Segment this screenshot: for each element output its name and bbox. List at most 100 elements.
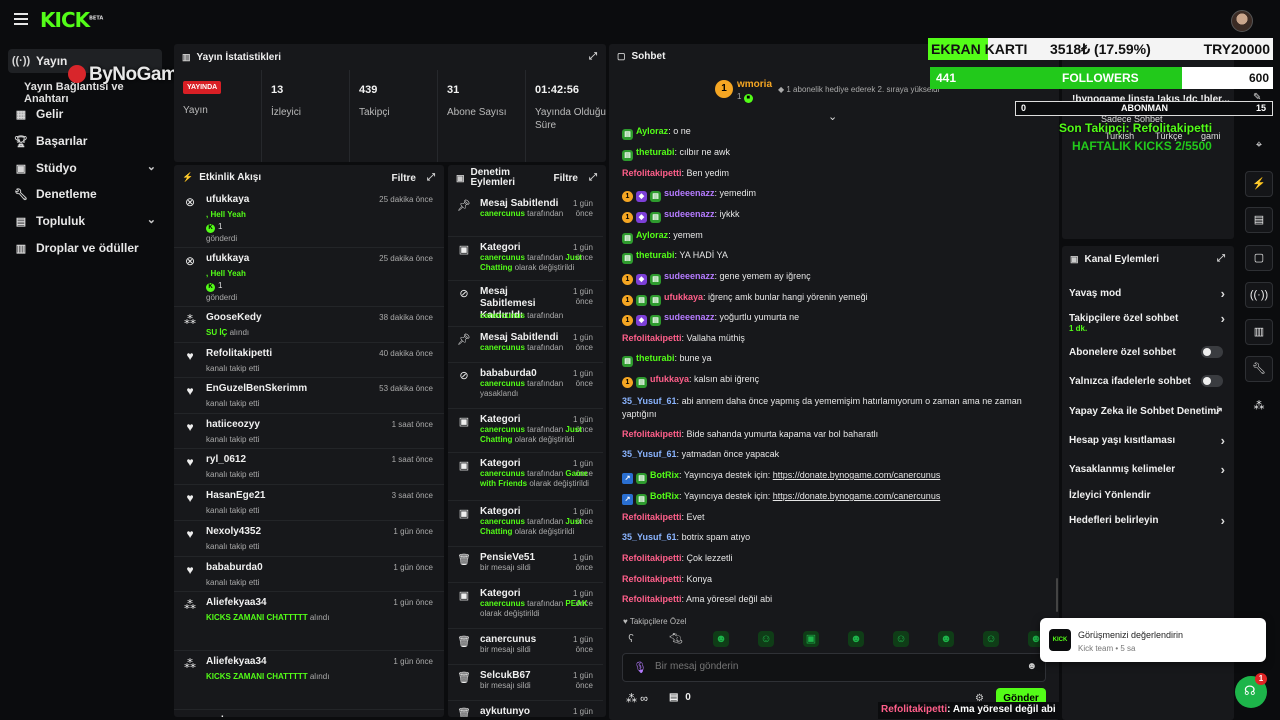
chat-username[interactable]: Refolitakipetti xyxy=(622,429,682,439)
expand-icon[interactable]: ⤢ xyxy=(589,172,597,183)
feedback-toast[interactable]: KICK Görüşmenizi değerlendirin Kick team… xyxy=(1040,618,1266,662)
channel-action-item[interactable]: Hedefleri belirleyin › xyxy=(1069,513,1229,528)
chat-username[interactable]: Refolitakipetti xyxy=(622,594,682,604)
chat-username[interactable]: Refolitakipetti xyxy=(622,574,682,584)
action-moderator[interactable]: canercunus xyxy=(480,343,525,352)
chat-username[interactable]: theturabi xyxy=(636,147,675,157)
chat-username[interactable]: sudeeenazz xyxy=(664,312,715,322)
event-username[interactable]: Refolitakipetti xyxy=(206,348,272,359)
emote-ghost-2[interactable]: ☻ xyxy=(938,631,954,647)
event-username[interactable]: ryl_0612 xyxy=(206,454,246,465)
support-chat-button[interactable]: ☊ 1 xyxy=(1235,673,1267,708)
chat-username[interactable]: ufukkaya xyxy=(650,374,689,384)
channel-action-item[interactable]: Yapay Zeka ile Sohbet Denetimi ↗ xyxy=(1069,406,1229,417)
donate-link[interactable]: https://donate.bynogame.com/canercunus xyxy=(773,491,941,501)
channel-action-item[interactable]: İzleyici Yönlendir xyxy=(1069,490,1229,501)
sidebar-item-achievements[interactable]: 🏆︎ Başarılar xyxy=(8,129,162,153)
chat-scrollbar[interactable] xyxy=(1056,578,1058,612)
expand-icon[interactable]: ⤢ xyxy=(589,51,597,62)
expand-icon[interactable]: ⤢ xyxy=(1217,253,1225,264)
chat-username[interactable]: Refolitakipetti xyxy=(622,168,682,178)
printer-icon[interactable]: ▥ xyxy=(1245,319,1273,345)
community-icon[interactable]: ⁂ xyxy=(1245,394,1273,420)
emote-ghost[interactable]: ☻ xyxy=(713,631,729,647)
event-username[interactable]: Aliefekyaa34 xyxy=(206,597,267,608)
toggle-switch[interactable] xyxy=(1201,346,1223,358)
expand-icon[interactable]: ⤢ xyxy=(427,172,435,183)
toggle-switch[interactable] xyxy=(1201,375,1223,387)
event-username[interactable]: GooseKedy xyxy=(206,312,262,323)
chevron-down-icon[interactable]: ⌄ xyxy=(828,110,837,123)
filter-button[interactable]: Filtre xyxy=(554,173,578,184)
focus-icon[interactable]: ⌖ xyxy=(1245,133,1273,159)
channel-action-item[interactable]: Yasaklanmış kelimeler › xyxy=(1069,462,1229,477)
emote-cool[interactable]: ☻ xyxy=(848,631,864,647)
sidebar-item-community[interactable]: ▤ Topluluk ⌄ xyxy=(8,209,162,233)
action-moderator[interactable]: canercunus xyxy=(480,209,525,218)
event-username[interactable]: hatiiceozyy xyxy=(206,419,260,430)
chat-username[interactable]: theturabi xyxy=(636,353,675,363)
microphone-icon[interactable]: 🎙︎ xyxy=(633,661,647,674)
chat-username[interactable]: BotRix xyxy=(650,470,679,480)
action-moderator[interactable]: canercunus xyxy=(480,311,525,320)
chat-username[interactable]: sudeeenazz xyxy=(664,209,715,219)
chat-icon[interactable]: ▢ xyxy=(1245,245,1273,271)
wrench-icon[interactable]: 🔧︎ xyxy=(1245,356,1273,382)
gift-display[interactable]: ▤ 0 xyxy=(669,692,691,703)
sidebar-item-moderation[interactable]: 🔧︎ Denetleme xyxy=(8,182,162,206)
chat-username[interactable]: theturabi xyxy=(636,250,675,260)
kick-logo[interactable]: KICKBETA xyxy=(40,8,103,32)
sidebar-item-revenue[interactable]: ▦ Gelir xyxy=(8,102,162,126)
emote-rat[interactable]: 🐀︎ xyxy=(668,631,684,647)
chat-username[interactable]: ufukkaya xyxy=(664,292,703,302)
channel-action-item[interactable]: Yavaş mod › xyxy=(1069,286,1229,301)
chat-username[interactable]: 35_Yusuf_61 xyxy=(622,396,677,406)
chat-input-box[interactable]: 🎙︎ ☻ xyxy=(622,653,1046,682)
channel-action-item[interactable]: Takipçilere özel sohbet 1 dk. › xyxy=(1069,311,1229,333)
chat-username[interactable]: Ayloraz xyxy=(636,126,668,136)
action-moderator[interactable]: canercunus xyxy=(480,469,525,478)
sidebar-item-drops[interactable]: ▥ Droplar ve ödüller xyxy=(8,236,162,260)
event-username[interactable]: sudeeenazz xyxy=(206,715,262,717)
chat-username[interactable]: Ayloraz xyxy=(636,230,668,240)
pinned-user[interactable]: wmoria xyxy=(737,79,772,90)
action-moderator[interactable]: canercunus xyxy=(480,425,525,434)
chat-username[interactable]: Refolitakipetti xyxy=(622,333,682,343)
chat-username[interactable]: Refolitakipetti xyxy=(622,553,682,563)
chat-username[interactable]: sudeeenazz xyxy=(664,188,715,198)
channel-action-item[interactable]: Abonelere özel sohbet xyxy=(1069,346,1229,358)
emote-wave[interactable]: ☺ xyxy=(893,631,909,647)
event-username[interactable]: ufukkaya xyxy=(206,194,249,205)
emoji-icon[interactable]: ☻ xyxy=(1026,661,1037,672)
chat-username[interactable]: Refolitakipetti xyxy=(622,512,682,522)
points-display[interactable]: ⁂ ∞ xyxy=(626,692,648,705)
emote-blob-2[interactable]: ☺ xyxy=(983,631,999,647)
chat-username[interactable]: sudeeenazz xyxy=(664,271,715,281)
chat-input[interactable] xyxy=(655,661,995,672)
document-icon[interactable]: ▤ xyxy=(1245,207,1273,233)
chat-username[interactable]: 35_Yusuf_61 xyxy=(622,532,677,542)
sidebar-item-studio[interactable]: ▣ Stüdyo ⌄ xyxy=(8,156,162,180)
event-username[interactable]: Aliefekyaa34 xyxy=(206,656,267,667)
channel-action-item[interactable]: Hesap yaşı kısıtlaması › xyxy=(1069,433,1229,448)
channel-action-item[interactable]: Yalnızca ifadelerle sohbet xyxy=(1069,375,1229,387)
event-username[interactable]: Nexoly4352 xyxy=(206,526,261,537)
chat-username[interactable]: BotRix xyxy=(650,491,679,501)
donate-link[interactable]: https://donate.bynogame.com/canercunus xyxy=(773,470,941,480)
filter-button[interactable]: Filtre xyxy=(392,173,416,184)
event-username[interactable]: EnGuzelBenSkerimm xyxy=(206,383,307,394)
action-moderator[interactable]: canercunus xyxy=(480,253,525,262)
event-username[interactable]: bababurda0 xyxy=(206,562,263,573)
menu-icon[interactable] xyxy=(14,13,28,27)
emote-sad[interactable]: ▣ xyxy=(803,631,819,647)
event-username[interactable]: ufukkaya xyxy=(206,253,249,264)
bolt-icon[interactable]: ⚡ xyxy=(1245,171,1273,197)
chat-username[interactable]: 35_Yusuf_61 xyxy=(622,449,677,459)
action-moderator[interactable]: canercunus xyxy=(480,517,525,526)
emote-blob[interactable]: ☺ xyxy=(758,631,774,647)
avatar[interactable] xyxy=(1231,10,1253,32)
event-username[interactable]: HasanEge21 xyxy=(206,490,265,501)
action-moderator[interactable]: canercunus xyxy=(480,379,525,388)
emote-bear[interactable]: ʕ xyxy=(623,631,639,647)
action-moderator[interactable]: canercunus xyxy=(480,599,525,608)
